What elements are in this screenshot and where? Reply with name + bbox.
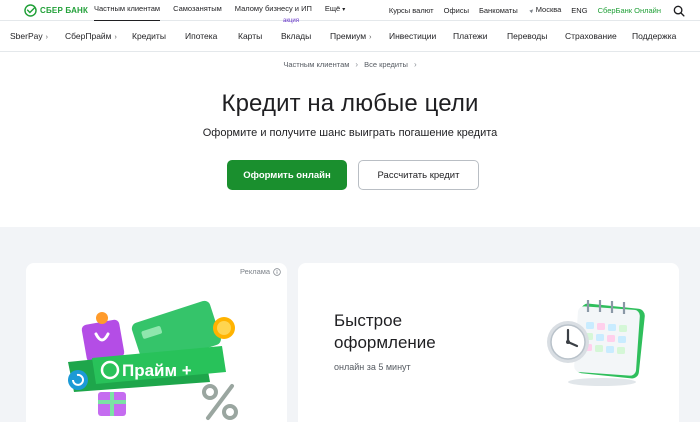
nav-investments[interactable]: Инвестиции bbox=[389, 31, 436, 41]
city-selector[interactable]: ▲Москва bbox=[527, 1, 562, 20]
segment-nav: Частным клиентам Самозанятым Малому бизн… bbox=[94, 0, 345, 21]
city-label: Москва bbox=[535, 5, 562, 14]
nav-support[interactable]: Поддержка bbox=[632, 31, 676, 41]
shopping-bag-shape bbox=[81, 312, 125, 363]
breadcrumb-all-credits[interactable]: Все кредиты bbox=[364, 60, 408, 69]
ad-label-text: Реклама bbox=[240, 267, 271, 276]
segment-private-clients[interactable]: Частным клиентам bbox=[94, 0, 161, 21]
sber-logo[interactable]: СБЕР БАНК bbox=[24, 4, 88, 17]
search-icon[interactable] bbox=[673, 5, 685, 17]
nav-sberpay[interactable]: SberPay › bbox=[10, 31, 48, 41]
nav-premium-label: Премиум bbox=[330, 31, 367, 41]
apply-online-button[interactable]: Оформить онлайн bbox=[227, 160, 347, 190]
page-title: Кредит на любые цели bbox=[221, 90, 479, 117]
chevron-right-icon: › bbox=[355, 60, 359, 69]
chevron-right-icon: › bbox=[369, 34, 372, 41]
nav-deposits[interactable]: Вклады bbox=[281, 31, 311, 41]
offices-link[interactable]: Офисы bbox=[444, 2, 469, 19]
nav-sberprime[interactable]: СберПрайм › bbox=[65, 31, 117, 41]
utility-nav: Курсы валют Офисы Банкоматы ▲Москва ENG … bbox=[389, 0, 685, 21]
nav-cards[interactable]: Карты bbox=[238, 31, 262, 41]
main-nav: SberPay › СберПрайм › Кредиты Ипотека Карт… bbox=[0, 22, 700, 52]
promo-ribbon-text: Прайм + bbox=[122, 361, 192, 380]
language-switch[interactable]: ENG bbox=[571, 2, 587, 19]
fast-card-title: Быстрое оформление bbox=[334, 310, 436, 354]
chevron-right-icon: › bbox=[413, 60, 417, 69]
sber-prime-promo-illustration: Прайм + bbox=[68, 300, 238, 420]
chevron-right-icon: › bbox=[45, 34, 48, 41]
gift-box-shape bbox=[98, 392, 126, 416]
brand-name: СБЕР БАНК bbox=[40, 6, 89, 15]
info-icon[interactable] bbox=[273, 267, 281, 276]
nav-mortgage[interactable]: Ипотека bbox=[185, 31, 217, 41]
segment-self-employed[interactable]: Самозанятым bbox=[173, 0, 222, 21]
sberbank-online-link[interactable]: СберБанк Онлайн bbox=[598, 2, 661, 19]
sber-logo-icon bbox=[24, 4, 37, 17]
nav-payments[interactable]: Платежи bbox=[453, 31, 487, 41]
chevron-down-icon: ▾ bbox=[342, 7, 346, 13]
nav-premium[interactable]: Премиум › bbox=[330, 31, 372, 41]
percent-sign-shape bbox=[202, 384, 238, 420]
nav-sberprime-label: СберПрайм bbox=[65, 31, 112, 41]
page-subtitle: Оформите и получите шанс выиграть погаше… bbox=[202, 127, 498, 139]
exchange-rates-link[interactable]: Курсы валют bbox=[389, 2, 434, 19]
top-bar: СБЕР БАНК Частным клиентам Самозанятым М… bbox=[0, 0, 700, 21]
chevron-right-icon: › bbox=[114, 34, 117, 41]
segment-small-business[interactable]: Малому бизнесу и ИП bbox=[235, 0, 312, 21]
breadcrumb: Частным клиентам › Все кредиты › bbox=[0, 60, 700, 69]
nav-sberpay-label: SberPay bbox=[10, 31, 43, 41]
fast-card-title-line2: оформление bbox=[334, 333, 436, 352]
fast-card-subtitle: онлайн за 5 минут bbox=[334, 362, 411, 372]
segment-more[interactable]: Ещё ▾ bbox=[325, 0, 345, 21]
fast-card-title-line1: Быстрое bbox=[334, 311, 403, 330]
ad-label: Реклама bbox=[240, 267, 281, 276]
nav-transfers[interactable]: Переводы bbox=[507, 31, 547, 41]
calendar-clock-illustration bbox=[547, 300, 645, 386]
atms-link[interactable]: Банкоматы bbox=[479, 2, 518, 19]
deposits-promo-badge: акция bbox=[283, 18, 299, 24]
breadcrumb-private-clients[interactable]: Частным клиентам bbox=[283, 60, 349, 69]
segment-more-label: Ещё bbox=[324, 4, 341, 13]
nav-insurance[interactable]: Страхование bbox=[565, 31, 617, 41]
coin-shape bbox=[213, 317, 235, 339]
nav-credits[interactable]: Кредиты bbox=[132, 31, 166, 41]
clock-shape bbox=[547, 321, 589, 363]
calculate-credit-button[interactable]: Рассчитать кредит bbox=[358, 160, 479, 190]
